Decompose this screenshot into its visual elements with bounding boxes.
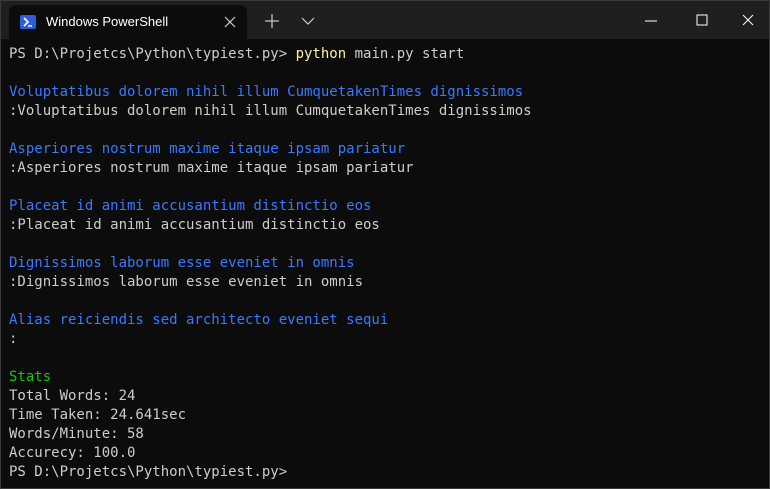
prompt: PS D:\Projetcs\Python\typiest.py>	[9, 46, 296, 62]
typed-sentence: :	[9, 331, 18, 347]
terminal-window: Windows PowerShell PS D:\Projetcs\Python…	[0, 0, 770, 489]
stat-words-per-minute: Words/Minute: 58	[9, 426, 144, 442]
minimize-icon[interactable]	[641, 11, 661, 31]
stat-total-words: Total Words: 24	[9, 388, 136, 404]
tab-title: Windows PowerShell	[46, 14, 169, 29]
tab-close-icon[interactable]	[221, 13, 239, 31]
new-tab-plus-icon[interactable]	[263, 12, 281, 30]
title-bar[interactable]: Windows PowerShell	[1, 1, 769, 39]
target-sentence: Alias reiciendis sed architecto eveniet …	[9, 312, 389, 328]
target-sentence: Voluptatibus dolorem nihil illum Cumquet…	[9, 84, 524, 100]
close-icon[interactable]	[738, 11, 758, 31]
stat-accuracy: Accurecy: 100.0	[9, 445, 136, 461]
target-sentence: Placeat id animi accusantium distinctio …	[9, 198, 372, 214]
stats-title: Stats	[9, 369, 52, 385]
command-args: main.py start	[346, 46, 465, 62]
typed-sentence: :Dignissimos laborum esse eveniet in omn…	[9, 274, 364, 290]
typed-sentence: :Asperiores nostrum maxime itaque ipsam …	[9, 160, 414, 176]
typed-sentence: :Voluptatibus dolorem nihil illum Cumque…	[9, 103, 532, 119]
target-sentence: Dignissimos laborum esse eveniet in omni…	[9, 255, 355, 271]
chevron-down-icon[interactable]	[299, 12, 317, 30]
command-line: PS D:\Projetcs\Python\typiest.py> python…	[9, 45, 749, 64]
final-prompt: PS D:\Projetcs\Python\typiest.py>	[9, 464, 288, 480]
stat-time-taken: Time Taken: 24.641sec	[9, 407, 187, 423]
target-sentence: Asperiores nostrum maxime itaque ipsam p…	[9, 141, 406, 157]
powershell-icon	[20, 15, 36, 29]
tab-windows-powershell[interactable]: Windows PowerShell	[9, 5, 247, 39]
maximize-icon[interactable]	[692, 11, 712, 31]
terminal-output[interactable]: PS D:\Projetcs\Python\typiest.py> python…	[9, 45, 749, 485]
typed-sentence: :Placeat id animi accusantium distinctio…	[9, 217, 380, 233]
command-name: python	[295, 46, 347, 62]
